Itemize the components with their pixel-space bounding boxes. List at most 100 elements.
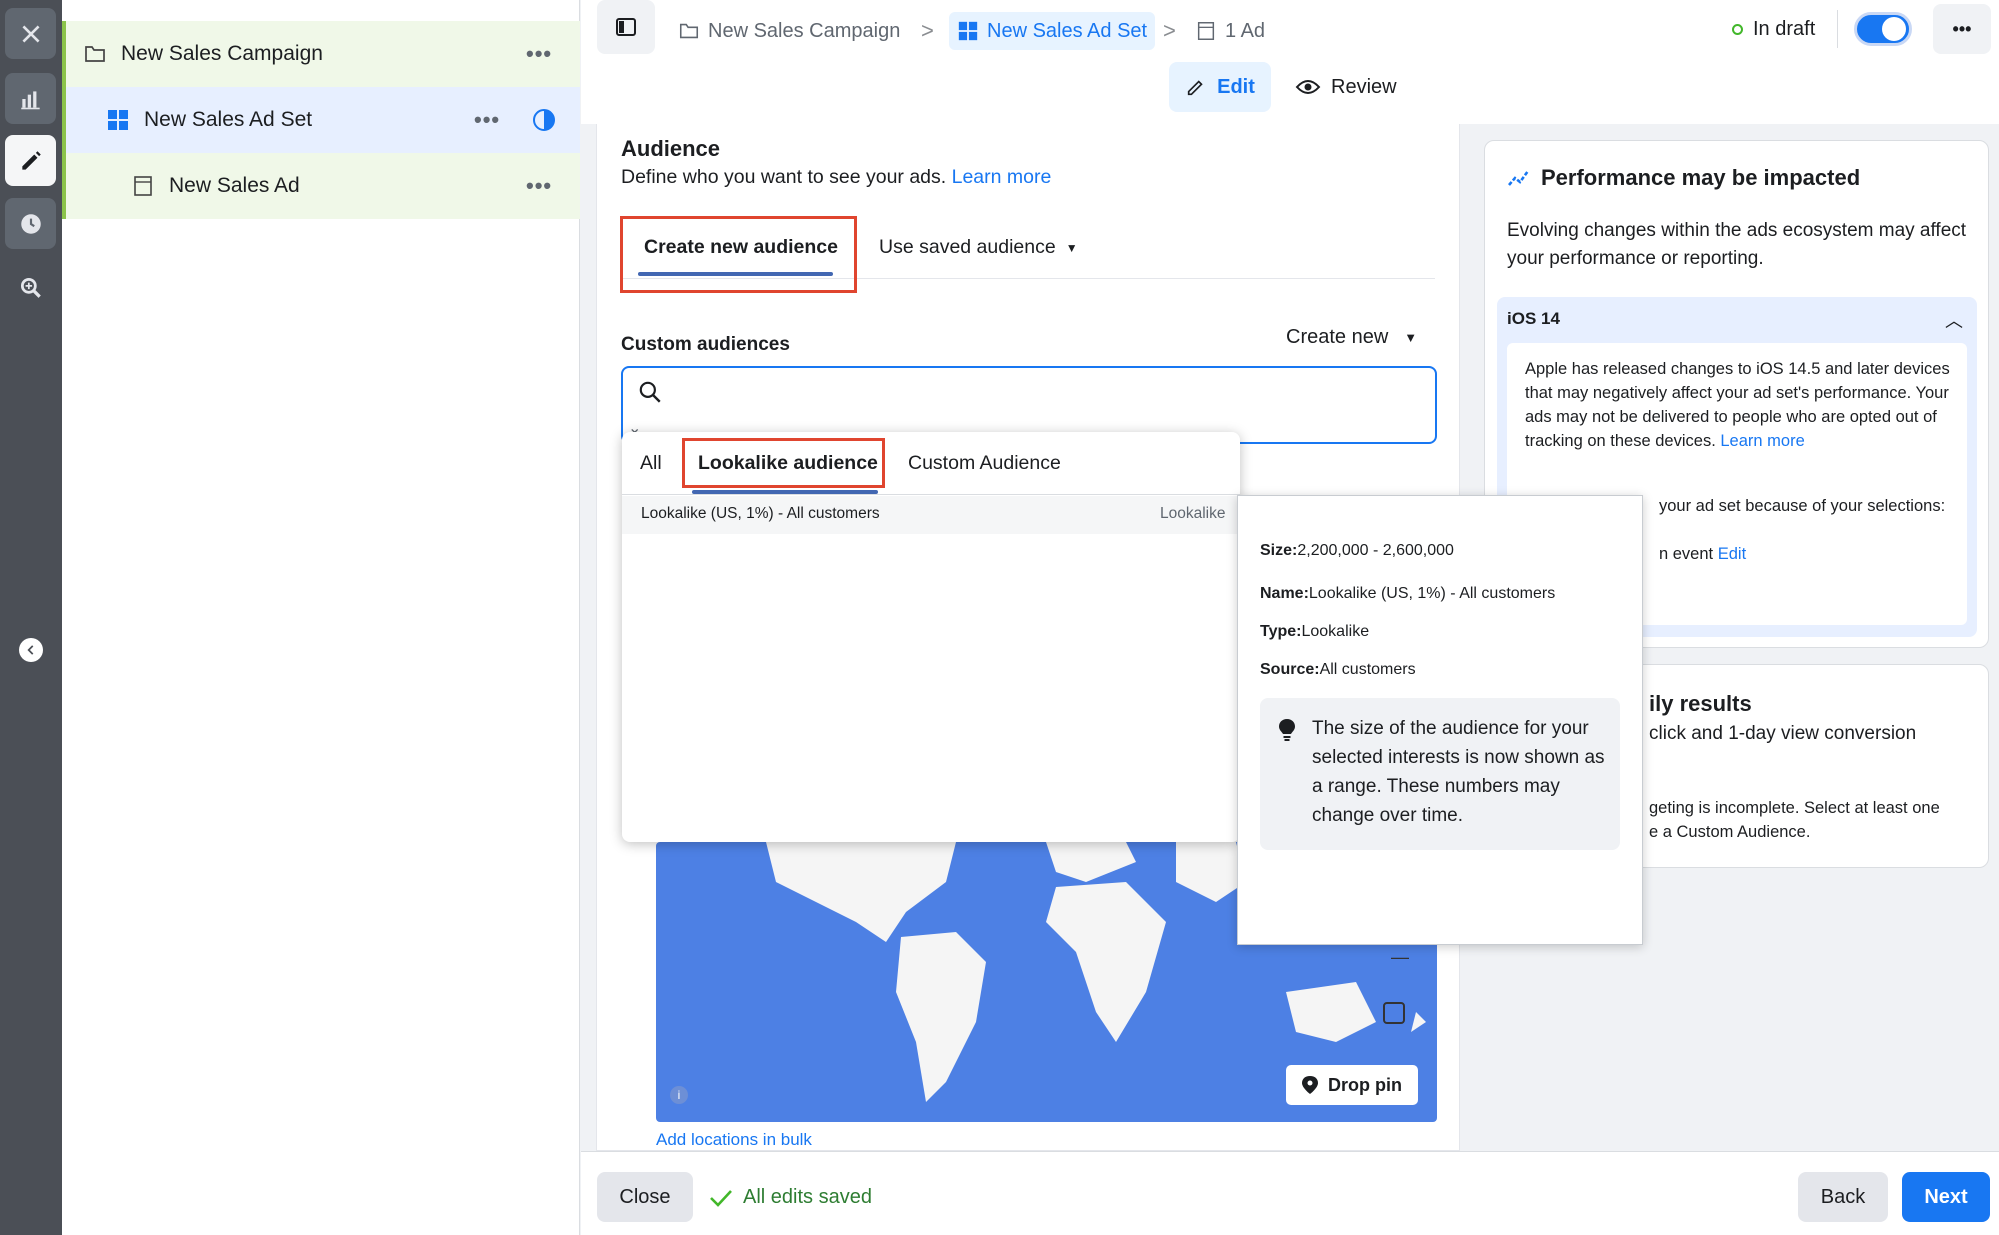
trend-icon	[1508, 170, 1530, 186]
campaign-name: New Sales Campaign	[121, 42, 323, 65]
grid-icon	[108, 110, 128, 130]
lookalike-list-item[interactable]: Lookalike (US, 1%) - All customers Looka…	[622, 496, 1240, 534]
dropdown-tab-all[interactable]: All	[640, 452, 662, 475]
name-label: Name:	[1260, 585, 1309, 602]
size-label: Size:	[1260, 542, 1298, 559]
list-item-name: Lookalike (US, 1%) - All customers	[641, 505, 880, 522]
targeting-warning-line2: e a Custom Audience.	[1649, 823, 1811, 841]
audience-details-tooltip: Size:2,200,000 - 2,600,000 Name:Lookalik…	[1237, 495, 1643, 945]
tooltip-type: Type:Lookalike	[1260, 623, 1369, 641]
breadcrumb-ad-label: 1 Ad	[1225, 19, 1266, 42]
grid-icon	[958, 21, 978, 41]
caret-down-icon: ▼	[1065, 240, 1078, 255]
performance-title: Performance may be impacted	[1541, 165, 1861, 190]
size-value: 2,200,000 - 2,600,000	[1297, 542, 1454, 559]
dropdown-tabs-divider	[622, 494, 1240, 495]
save-status-text: All edits saved	[743, 1186, 872, 1208]
pencil-icon[interactable]	[5, 135, 56, 186]
chevron-up-icon[interactable]: ︿	[1945, 307, 1963, 333]
back-button[interactable]: Back	[1798, 1172, 1888, 1222]
section-description: Define who you want to see your ads. Lea…	[621, 166, 1051, 189]
tooltip-note-box: The size of the audience for your select…	[1260, 698, 1620, 850]
clock-icon[interactable]	[5, 198, 56, 249]
tree-item-adset[interactable]: New Sales Ad Set •••	[62, 87, 580, 153]
review-mode-button[interactable]: Review	[1295, 62, 1397, 112]
tree-item-ad[interactable]: New Sales Ad •••	[62, 153, 580, 219]
breadcrumb-separator: >	[921, 18, 934, 43]
close-icon[interactable]	[5, 8, 56, 59]
next-button[interactable]: Next	[1902, 1172, 1990, 1222]
tree-item-campaign[interactable]: New Sales Campaign •••	[62, 21, 580, 87]
search-icon	[639, 381, 661, 403]
create-new-dropdown[interactable]: Create new ▼	[1286, 326, 1417, 349]
pin-icon	[1302, 1076, 1318, 1094]
lightbulb-icon	[1279, 719, 1295, 741]
performance-title-row: Performance may be impacted	[1507, 165, 1860, 191]
tab-saved-label: Use saved audience	[879, 236, 1056, 258]
breadcrumb-campaign[interactable]: New Sales Campaign	[678, 12, 900, 50]
publish-toggle[interactable]	[1854, 12, 1912, 46]
status-dot	[1732, 24, 1743, 35]
chart-icon[interactable]	[5, 73, 56, 124]
save-status: All edits saved	[709, 1186, 872, 1209]
folder-icon	[679, 23, 699, 39]
info-icon[interactable]: i	[670, 1086, 688, 1104]
source-label: Source:	[1260, 661, 1320, 678]
dropdown-tab-custom[interactable]: Custom Audience	[908, 452, 1061, 475]
ad-icon	[1197, 22, 1215, 40]
review-label: Review	[1331, 75, 1397, 98]
breadcrumb-ad[interactable]: 1 Ad	[1195, 12, 1265, 50]
half-circle-icon[interactable]	[532, 108, 556, 132]
custom-audiences-label: Custom audiences	[621, 334, 790, 355]
more-options-icon[interactable]: •••	[526, 173, 552, 199]
daily-results-body: click and 1-day view conversion	[1649, 723, 1917, 744]
close-button[interactable]: Close	[597, 1172, 693, 1222]
zoom-out-button[interactable]: —	[1391, 947, 1409, 968]
breadcrumb-adset[interactable]: New Sales Ad Set	[949, 12, 1156, 50]
tooltip-name: Name:Lookalike (US, 1%) - All customers	[1260, 585, 1555, 603]
tab-use-saved-audience[interactable]: Use saved audience ▼	[879, 236, 1078, 259]
active-tab-indicator	[692, 490, 878, 494]
more-options-button[interactable]: •••	[1933, 4, 1991, 54]
toggle-sidebar-icon[interactable]	[597, 0, 655, 54]
locate-icon[interactable]	[1383, 1002, 1405, 1024]
more-options-icon[interactable]: •••	[526, 41, 552, 67]
description-text: Define who you want to see your ads.	[621, 166, 947, 188]
toggle-knob	[1882, 17, 1906, 41]
name-value: Lookalike (US, 1%) - All customers	[1308, 585, 1556, 602]
ad-icon	[134, 176, 152, 196]
drop-pin-button[interactable]: Drop pin	[1286, 1065, 1418, 1105]
bottom-bar: Close All edits saved Back Next	[581, 1151, 1999, 1235]
checkmark-icon	[710, 1189, 732, 1207]
ad-name: New Sales Ad	[169, 174, 300, 197]
pencil-icon	[1187, 80, 1203, 96]
more-options-icon[interactable]: •••	[474, 107, 500, 133]
tooltip-size: Size:2,200,000 - 2,600,000	[1260, 542, 1454, 560]
ios14-body: Apple has released changes to iOS 14.5 a…	[1525, 357, 1955, 453]
breadcrumb-adset-label: New Sales Ad Set	[987, 19, 1148, 42]
breadcrumb-separator: >	[1163, 18, 1176, 43]
learn-more-link[interactable]: Learn more	[952, 166, 1052, 188]
ios14-learn-more-link[interactable]: Learn more	[1720, 432, 1804, 450]
list-item-type: Lookalike	[1160, 505, 1226, 522]
ios14-selections-text: your ad set because of your selections:	[1659, 497, 1946, 515]
create-new-label: Create new	[1286, 326, 1389, 348]
tab-create-new-audience[interactable]: Create new audience	[644, 236, 838, 259]
folder-icon	[85, 46, 105, 62]
eye-icon	[1295, 80, 1321, 94]
daily-results-title: ily results	[1649, 691, 1752, 716]
status-indicator: In draft	[1732, 18, 1815, 41]
section-title: Audience	[621, 136, 721, 161]
collapse-icon[interactable]	[19, 638, 43, 662]
breadcrumb-campaign-label: New Sales Campaign	[708, 19, 901, 42]
type-label: Type:	[1260, 623, 1302, 640]
dropdown-tab-lookalike[interactable]: Lookalike audience	[698, 452, 878, 475]
ios14-edit-link[interactable]: Edit	[1718, 545, 1746, 563]
ios14-header[interactable]: iOS 14	[1507, 309, 1560, 329]
performance-body: Evolving changes within the ads ecosyste…	[1507, 220, 1967, 269]
add-locations-bulk-link[interactable]: Add locations in bulk	[656, 1130, 812, 1150]
source-value: All customers	[1319, 661, 1416, 678]
search-zoom-icon[interactable]	[5, 262, 56, 313]
targeting-warning-line1: geting is incomplete. Select at least on…	[1649, 799, 1940, 817]
edit-mode-button[interactable]: Edit	[1169, 62, 1271, 112]
